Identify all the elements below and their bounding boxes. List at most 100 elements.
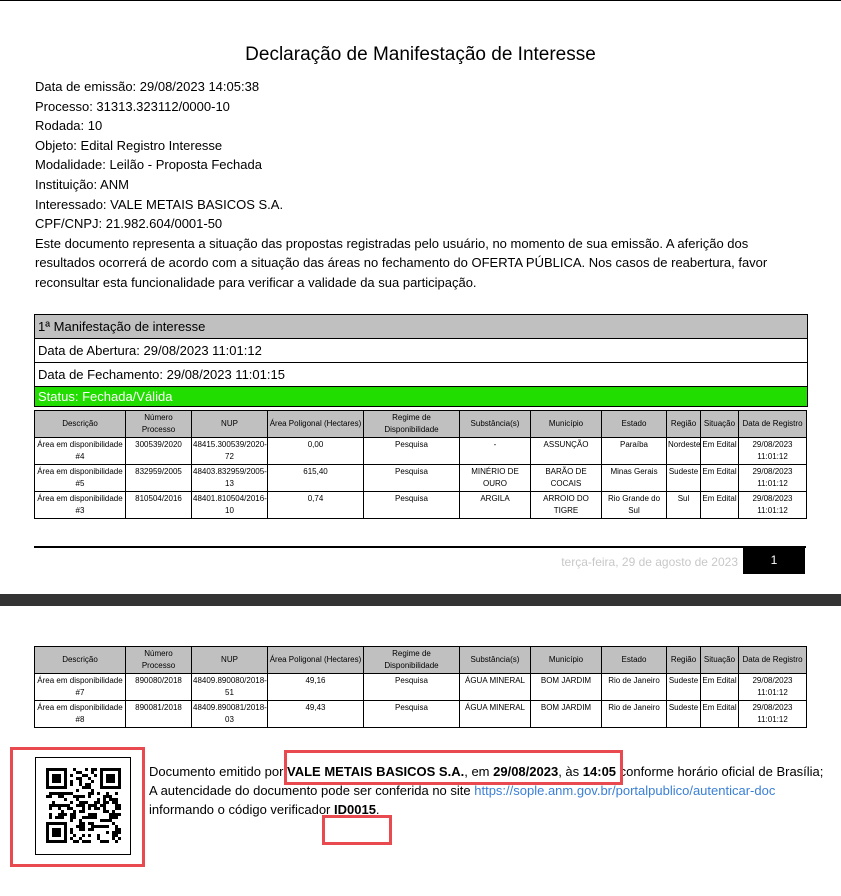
table-cell: ASSUNÇÃO [530,437,602,465]
qr-code [35,757,131,855]
column-header: Situação [700,646,739,674]
table-cell: 29/08/2023 11:01:12 [738,491,807,519]
column-header: Região [666,410,701,438]
table-cell: ARGILA [459,491,531,519]
table-cell: 48401.810504/2016-10 [191,491,268,519]
issue-date: Data de emissão: 29/08/2023 14:05:38 [35,79,260,94]
table-cell: Pesquisa [363,700,460,728]
table-body: Área em disponibilidade #4 300539/2020 484… [34,437,807,519]
table-cell: ARROIO DO TIGRE [530,491,602,519]
sig-text-4: conforme horário oficial de Brasília; [616,764,824,779]
table-cell: Nordeste [666,437,701,465]
footer-rule [34,546,806,548]
table-cell: 0,74 [267,491,364,519]
table-cell: Sudeste [666,700,701,728]
manifestation-heading: 1ª Manifestação de interesse [35,315,807,339]
table-cell: 48409.890080/2018-51 [191,673,268,701]
sig-text-5: A autencidade do documento pode ser conf… [149,783,475,798]
table-cell: Em Edital [700,700,739,728]
table-cell: 615,40 [267,464,364,492]
page-title: Declaração de Manifestação de Interesse [245,44,596,65]
notice-paragraph: Este documento representa a situação das… [35,235,768,290]
table-cell: ÁGUA MINERAL [459,673,531,701]
column-header: Data de Registro [738,410,807,438]
table-cell: Pesquisa [363,437,460,465]
footer-date: terça-feira, 29 de agosto de 2023 [561,555,738,569]
column-header: Área Poligonal (Hectares) [267,646,364,674]
table-cell: 0,00 [267,437,364,465]
table-cell: 832959/2005 [125,464,192,492]
verification-link[interactable]: https://sople.anm.gov.br/portalpublico/a… [474,783,775,798]
table-cell: Área em disponibilidade #7 [34,673,126,701]
table-cell: Minas Gerais [601,464,667,492]
table-cell: 300539/2020 [125,437,192,465]
table-cell: 29/08/2023 11:01:12 [738,464,807,492]
column-header: Descrição [34,410,126,438]
institution: Instituição: ANM [35,176,129,192]
modality: Modalidade: Leilão - Proposta Fechada [35,157,262,173]
table-cell: Em Edital [700,491,739,519]
column-header: Estado [601,646,667,674]
table-cell: Área em disponibilidade #4 [34,437,126,465]
table-cell: MINÉRIO DE OURO [459,464,531,492]
table-row: Área em disponibilidade #8 890081/2018 484… [34,700,807,728]
table-cell: 810504/2016 [125,491,192,519]
table-cell: BOM JARDIM [530,700,602,728]
table-row: Área em disponibilidade #4 300539/2020 484… [34,437,807,465]
table-cell: Pesquisa [363,491,460,519]
table-cell: Em Edital [700,673,739,701]
column-header: Número Processo [125,410,192,438]
table-row: Área em disponibilidade #5 832959/2005 484… [34,464,807,492]
column-header: Município [530,646,602,674]
table-cell: 49,16 [267,673,364,701]
table-cell: Paraíba [601,437,667,465]
sig-text-1: Documento emitido por [149,764,288,779]
table-cell: Área em disponibilidade #5 [34,464,126,492]
table-header-row: Descrição Número Processo NUP Área Poligona… [34,410,807,438]
table-cell: Sul [666,491,701,519]
table-cell: BARÃO DE COCAIS [530,464,602,492]
table-header-row: Descrição Número Processo NUP Área Poligona… [34,646,807,674]
table-cell: Pesquisa [363,464,460,492]
column-header: Data de Registro [738,646,807,674]
table-cell: 29/08/2023 11:01:12 [738,673,807,701]
column-header: NUP [191,646,268,674]
areas-table-page-1: Descrição Número Processo NUP Área Poligona… [34,410,807,519]
table-row: Área em disponibilidade #7 890080/2018 484… [34,673,807,701]
table-cell: Em Edital [700,464,739,492]
table-cell: Sudeste [666,673,701,701]
table-cell: ÁGUA MINERAL [459,700,531,728]
page-number: 1 [743,547,805,574]
document-metadata: Data de emissão: 29/08/2023 14:05:38 Pro… [35,77,795,293]
table-cell: Rio Grande do Sul [601,491,667,519]
table-cell: 48403.832959/2005-13 [191,464,268,492]
manifestation-box: 1ª Manifestação de interesse Data de Abe… [34,314,808,407]
table-row: Área em disponibilidade #3 810504/2016 484… [34,491,807,519]
table-cell: 29/08/2023 11:01:12 [738,700,807,728]
table-cell: Pesquisa [363,673,460,701]
opening-date: Data de Abertura: 29/08/2023 11:01:12 [35,339,807,363]
qr-code-icon [46,768,121,843]
column-header: Município [530,410,602,438]
page-separator [0,594,841,606]
round: Rodada: 10 [35,118,103,134]
table-cell: Rio de Janeiro [601,673,667,701]
column-header: Substância(s) [459,646,531,674]
column-header: Número Processo [125,646,192,674]
table-cell: 890080/2018 [125,673,192,701]
table-cell: Em Edital [700,437,739,465]
table-cell: 29/08/2023 11:01:12 [738,437,807,465]
table-cell: 890081/2018 [125,700,192,728]
status-badge: Status: Fechada/Válida [35,387,807,407]
page-top-border [0,0,841,1]
interested-party: Interessado: VALE METAIS BASICOS S.A. [35,196,284,212]
column-header: NUP [191,410,268,438]
tax-id: CPF/CNPJ: 21.982.604/0001-50 [35,216,223,232]
column-header: Regime de Disponibilidade [363,410,460,438]
table-cell: 48415.300539/2020-72 [191,437,268,465]
column-header: Substância(s) [459,410,531,438]
table-cell: Rio de Janeiro [601,700,667,728]
table-cell: BOM JARDIM [530,673,602,701]
table-cell: - [459,437,531,465]
process-number: Processo: 31313.323112/0000-10 [35,98,230,114]
